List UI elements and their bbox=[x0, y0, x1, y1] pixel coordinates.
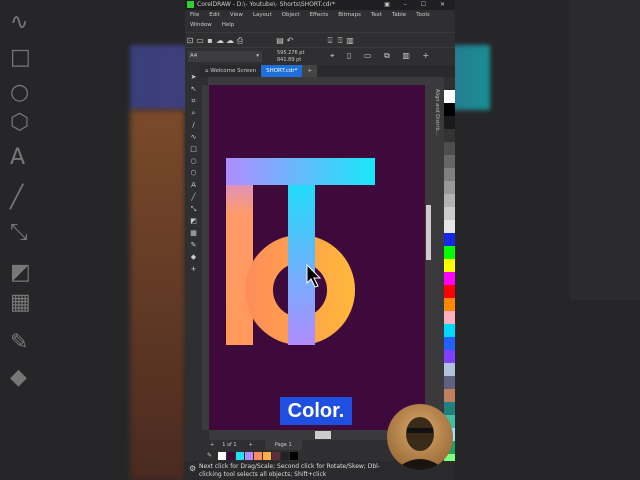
window-title: CorelDRAW - D:\- Youtube\- Shorts\SHORT.… bbox=[197, 1, 336, 8]
undo-icon[interactable]: ↶ bbox=[285, 33, 295, 48]
blurred-tool-icon: ○ bbox=[10, 80, 30, 105]
blurred-tool-icon: ▦ bbox=[10, 290, 31, 315]
blurred-background-panel bbox=[570, 0, 640, 300]
swatch[interactable] bbox=[281, 451, 290, 460]
page-dimensions[interactable]: 595.276 pt 841.89 pt bbox=[277, 50, 304, 64]
menu-effects[interactable]: Effects bbox=[310, 11, 329, 20]
coreldraw-logo-icon bbox=[187, 1, 194, 8]
blurred-tool-icon: ╱ bbox=[10, 185, 24, 210]
crop-tool-icon[interactable]: ⌗ bbox=[185, 95, 202, 107]
page-counter: 1 of 1 bbox=[222, 442, 237, 448]
blurred-tool-icon: ∿ bbox=[10, 10, 29, 35]
text-tool-icon[interactable]: A bbox=[185, 179, 202, 191]
page-width-field[interactable]: 595.276 pt bbox=[277, 50, 304, 57]
swatch[interactable] bbox=[245, 451, 254, 460]
cloud-upload-icon[interactable]: ☁ bbox=[215, 33, 225, 48]
swatch[interactable] bbox=[263, 451, 272, 460]
tab-welcome-screen[interactable]: ⌂ Welcome Screen bbox=[200, 65, 261, 77]
blurred-tool-icon: ✎ bbox=[10, 330, 29, 355]
polygon-tool-icon[interactable]: ⬡ bbox=[185, 167, 202, 179]
blurred-tool-icon: ◩ bbox=[10, 260, 31, 285]
zoom-tool-icon[interactable]: ⌕ bbox=[185, 107, 202, 119]
swatch[interactable] bbox=[254, 451, 263, 460]
swatch[interactable] bbox=[290, 451, 299, 460]
vertical-ruler bbox=[202, 85, 209, 430]
menu-layout[interactable]: Layout bbox=[253, 11, 272, 20]
parallel-dimension-icon[interactable]: ╱ bbox=[185, 191, 202, 203]
window-controls[interactable]: ▣ – ☐ ✕ bbox=[384, 0, 451, 10]
blurred-background-shape bbox=[130, 110, 185, 480]
cloud-download-icon[interactable]: ☁ bbox=[225, 33, 235, 48]
swatch[interactable] bbox=[227, 451, 236, 460]
docker-tab-label[interactable]: Align and Distrib... bbox=[434, 89, 440, 135]
publish-pdf-icon[interactable]: ▥ bbox=[345, 33, 355, 48]
export-icon[interactable]: ⍐ bbox=[335, 33, 345, 48]
import-icon[interactable]: ⍗ bbox=[325, 33, 335, 48]
shape-tool-icon[interactable]: ↖ bbox=[185, 83, 202, 95]
ellipse-tool-icon[interactable]: ○ bbox=[185, 155, 202, 167]
menu-bar: File Edit View Layout Object Effects Bitmaps Te… bbox=[185, 10, 455, 32]
color-palette[interactable] bbox=[444, 77, 455, 467]
letter-b-stem[interactable] bbox=[226, 158, 253, 345]
standard-toolbar: ⊡ ▭ ▪ ☁ ☁ ⎙ ▤ ↶ ⍗ ⍐ ▥ bbox=[185, 32, 455, 48]
menu-text[interactable]: Text bbox=[371, 11, 382, 20]
menu-object[interactable]: Object bbox=[282, 11, 300, 20]
blurred-tool-icon: A bbox=[10, 145, 26, 170]
transparency-tool-icon[interactable]: ▦ bbox=[185, 227, 202, 239]
blurred-tool-icon: ⤡ bbox=[10, 220, 28, 245]
gear-icon: ⚙ bbox=[189, 464, 197, 473]
letter-t-stem[interactable] bbox=[288, 185, 315, 345]
shadow-tool-icon[interactable]: ◩ bbox=[185, 215, 202, 227]
paste-icon[interactable]: ▤ bbox=[275, 33, 285, 48]
blurred-tool-icon: ⬡ bbox=[10, 110, 30, 135]
save-icon[interactable]: ▪ bbox=[205, 33, 215, 48]
video-caption: Color. bbox=[280, 397, 352, 425]
document-tabs: ⌂ Welcome Screen SHORT.cdr* + bbox=[200, 65, 455, 77]
freehand-tool-icon[interactable]: ∕ bbox=[185, 119, 202, 131]
fill-tool-icon[interactable]: ◆ bbox=[185, 251, 202, 263]
menu-window[interactable]: Window bbox=[190, 21, 212, 30]
add-page-after-button[interactable]: + bbox=[249, 442, 253, 448]
add-tool-icon[interactable]: + bbox=[185, 263, 202, 275]
align-distribute-docker[interactable]: Align and Distrib... bbox=[432, 77, 444, 430]
menu-tools[interactable]: Tools bbox=[416, 11, 430, 20]
new-icon[interactable]: ⊡ bbox=[185, 33, 195, 48]
menu-view[interactable]: View bbox=[230, 11, 243, 20]
page-height-field[interactable]: 841.89 pt bbox=[277, 57, 304, 64]
eyedropper-tool-icon[interactable]: ✎ bbox=[185, 239, 202, 251]
blurred-tool-icon: ◆ bbox=[10, 365, 27, 390]
print-icon[interactable]: ⎙ bbox=[235, 33, 245, 48]
page-1-tab[interactable]: Page 1 bbox=[264, 440, 302, 450]
artistic-media-icon[interactable]: ∿ bbox=[185, 131, 202, 143]
menu-edit[interactable]: Edit bbox=[209, 11, 220, 20]
property-bar: A4 ▾ 595.276 pt 841.89 pt ⌖ ▯ ▭ ⧉ ▥ + bbox=[185, 47, 455, 66]
letter-t-bar[interactable] bbox=[226, 158, 375, 185]
presenter-avatar bbox=[387, 404, 453, 470]
menu-help[interactable]: Help bbox=[222, 21, 235, 30]
tab-short-cdr[interactable]: SHORT.cdr* bbox=[261, 65, 303, 77]
swatch[interactable] bbox=[272, 451, 281, 460]
swatch[interactable] bbox=[236, 451, 245, 460]
rectangle-tool-icon[interactable]: □ bbox=[185, 143, 202, 155]
vertical-scrollbar[interactable] bbox=[425, 85, 432, 430]
orientation-buttons[interactable]: ⌖ ▯ ▭ ⧉ ▥ + bbox=[330, 51, 434, 61]
status-text: Next click for Drag/Scale; Second click … bbox=[199, 463, 381, 478]
eyedropper-icon[interactable]: ✎ bbox=[207, 452, 212, 459]
swatch[interactable] bbox=[218, 451, 227, 460]
new-tab-button[interactable]: + bbox=[302, 65, 318, 77]
title-bar: CorelDRAW - D:\- Youtube\- Shorts\SHORT.… bbox=[185, 0, 455, 10]
menu-bitmaps[interactable]: Bitmaps bbox=[338, 11, 361, 20]
menu-file[interactable]: File bbox=[190, 11, 199, 20]
logo-artwork bbox=[226, 158, 375, 346]
menu-table[interactable]: Table bbox=[392, 11, 406, 20]
connector-tool-icon[interactable]: ⤡ bbox=[185, 203, 202, 215]
blurred-tool-icon: □ bbox=[10, 45, 31, 70]
horizontal-ruler bbox=[208, 77, 443, 85]
page-size-select[interactable]: A4 ▾ bbox=[188, 51, 262, 62]
toolbox: ➤ ↖ ⌗ ⌕ ∕ ∿ □ ○ ⬡ A ╱ ⤡ ◩ ▦ ✎ ◆ + bbox=[185, 65, 202, 430]
drawing-canvas[interactable] bbox=[209, 85, 425, 430]
open-icon[interactable]: ▭ bbox=[195, 33, 205, 48]
add-page-button[interactable]: + bbox=[210, 442, 214, 448]
presenter-portrait-icon bbox=[395, 417, 445, 470]
